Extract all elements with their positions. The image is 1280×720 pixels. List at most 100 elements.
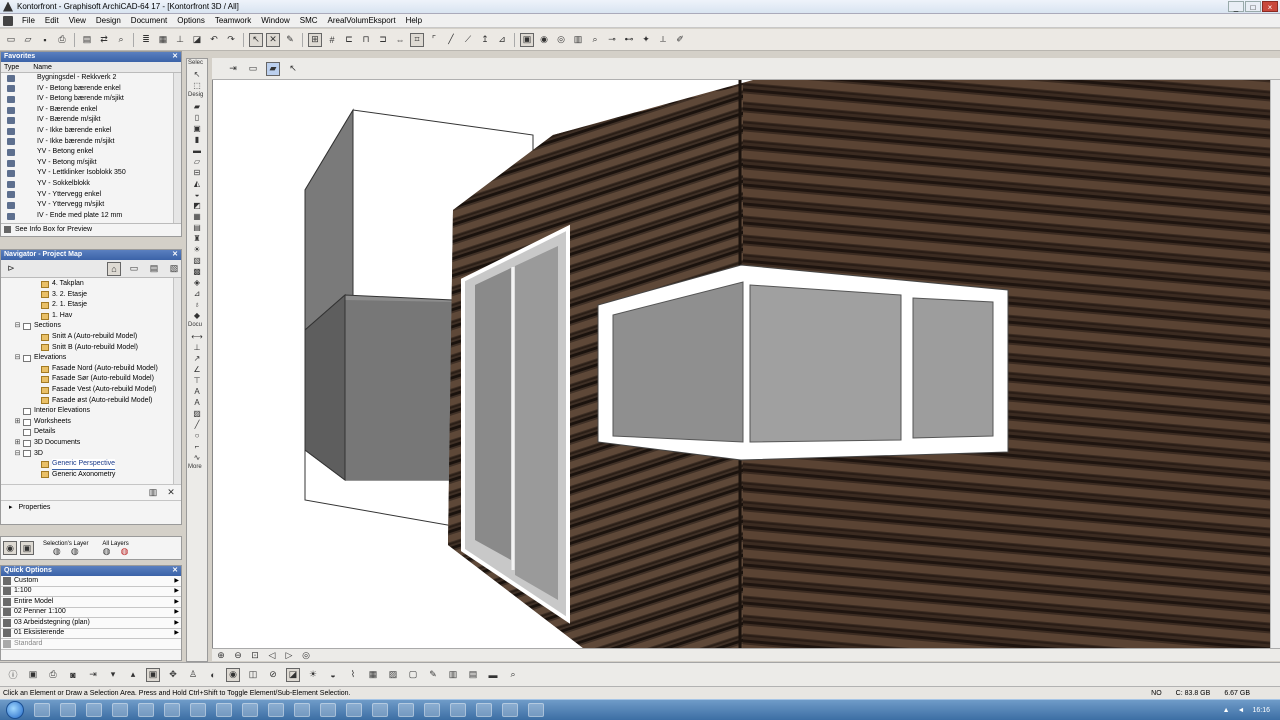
tree-item[interactable]: 1. Hav <box>1 311 172 322</box>
menu-smc[interactable]: SMC <box>295 14 323 28</box>
layers-icon[interactable]: ≣ <box>139 33 153 47</box>
orbit-icon[interactable]: ◎ <box>299 648 313 662</box>
railing-tool-icon[interactable]: ▤ <box>190 222 204 232</box>
menu-arealvolumeksport[interactable]: ArealVolumEksport <box>323 14 401 28</box>
arrow-tool-icon[interactable]: ↖ <box>190 69 204 79</box>
list-item[interactable]: IV - Bærende m/sjikt <box>1 115 172 126</box>
label-tool-icon[interactable]: A <box>190 397 204 407</box>
menu-view[interactable]: View <box>64 14 91 28</box>
expander-icon[interactable]: ⊟ <box>14 449 21 460</box>
lock-layer-icon[interactable]: ◍ <box>68 546 82 556</box>
guideline-icon[interactable]: ⌗ <box>410 32 424 47</box>
document-icon[interactable] <box>3 15 13 26</box>
curtain-wall-tool-icon[interactable]: ▦ <box>190 211 204 221</box>
list-item[interactable]: IV - Ikke bærende enkel <box>1 126 172 137</box>
tree-scrollbar[interactable] <box>173 278 181 484</box>
taskbar-app-button[interactable] <box>34 703 50 717</box>
lock-all-icon[interactable]: ◍ <box>118 546 132 556</box>
zone-tool-icon[interactable]: ▧ <box>190 255 204 265</box>
taskbar-app-button[interactable] <box>320 703 336 717</box>
gradient-icon[interactable]: ▨ <box>386 668 400 682</box>
skylight-tool-icon[interactable]: ◩ <box>190 200 204 210</box>
rectangle-selection-icon[interactable]: ▭ <box>246 62 260 76</box>
eye-icon[interactable]: ◉ <box>3 541 17 555</box>
column-name[interactable]: Name <box>30 62 55 72</box>
list-item[interactable]: IV - Betong bærende m/sjikt <box>1 94 172 105</box>
mesh-tool-icon[interactable]: ▩ <box>190 266 204 276</box>
close-icon[interactable]: ✕ <box>172 52 178 62</box>
tree-item[interactable]: ⊞ Worksheets <box>1 417 172 428</box>
close-icon[interactable]: ✕ <box>172 566 178 576</box>
quick-option-row[interactable]: 03 Arbeidstegning (plan) ▶ <box>1 618 181 629</box>
column-tool-icon[interactable]: ▮ <box>190 134 204 144</box>
walk-icon[interactable]: ♙ <box>186 668 200 682</box>
tree-item[interactable]: ⊟ 3D <box>1 449 172 460</box>
taskbar-app-button[interactable] <box>60 703 76 717</box>
navigator-mode-icon[interactable]: ⊳ <box>4 262 18 276</box>
cursor-snap-icon[interactable]: ✕ <box>266 32 280 47</box>
tree-item[interactable]: 3. 2. Etasje <box>1 290 172 301</box>
quick-option-row[interactable]: 02 Penner 1:100 ▶ <box>1 607 181 618</box>
show-layer-icon[interactable]: ◍ <box>50 546 64 556</box>
previous-zoom-icon[interactable]: ◁ <box>265 648 279 662</box>
taskbar-app-button[interactable] <box>164 703 180 717</box>
fill-tool-icon[interactable]: ▨ <box>190 408 204 418</box>
menu-design[interactable]: Design <box>91 14 126 28</box>
menu-edit[interactable]: Edit <box>40 14 64 28</box>
stamp-icon[interactable]: ⊥ <box>173 33 187 47</box>
list-item[interactable]: YV - Yttervegg enkel <box>1 190 172 201</box>
line-tool-icon[interactable]: ╱ <box>444 33 458 47</box>
tree-item[interactable]: Fasade Vest (Auto-rebuild Model) <box>1 385 172 396</box>
spline-tool-icon[interactable]: ∿ <box>190 452 204 462</box>
trace-icon[interactable]: ⌜ <box>427 33 441 47</box>
pencil-icon[interactable]: ✎ <box>283 33 297 47</box>
taskbar-app-button[interactable] <box>294 703 310 717</box>
close-icon[interactable]: ✕ <box>172 250 178 260</box>
figure-tool-icon[interactable]: ◆ <box>190 310 204 320</box>
magic-wand-icon[interactable]: ✦ <box>639 33 653 47</box>
settings-icon[interactable]: ▥ <box>146 486 160 500</box>
pointer-mode-icon[interactable]: ↖ <box>286 62 300 76</box>
3d-viewport[interactable] <box>212 80 1270 648</box>
tree-item[interactable]: Details <box>1 427 172 438</box>
tree-item[interactable]: Snitt A (Auto-rebuild Model) <box>1 332 172 343</box>
camera-icon[interactable]: ◙ <box>66 668 80 682</box>
quick-option-row[interactable]: 1:100 ▶ <box>1 586 181 597</box>
network-icon[interactable]: ▲ <box>1223 707 1230 714</box>
zoom-out-icon[interactable]: ⊖ <box>231 648 245 662</box>
arrow-selection-icon[interactable]: ⇥ <box>226 62 240 76</box>
intersect-icon[interactable]: ⊿ <box>495 33 509 47</box>
rotated-selection-icon[interactable]: ▰ <box>266 61 280 76</box>
stair-maker-icon[interactable]: ⊿ <box>190 288 204 298</box>
offset-icon[interactable]: ⊐ <box>376 33 390 47</box>
list-item[interactable]: Bygningsdel - Rekkverk 2 <box>1 73 172 84</box>
redo-icon[interactable]: ↷ <box>224 33 238 47</box>
grid-icon[interactable]: # <box>325 33 339 47</box>
tree-item[interactable]: Generic Perspective <box>1 458 172 471</box>
navigator-icon[interactable]: ◉ <box>537 33 551 47</box>
taskbar-app-button[interactable] <box>450 703 466 717</box>
tree-item[interactable]: Fasade øst (Auto-rebuild Model) <box>1 396 172 407</box>
tree-item[interactable]: ⊟ Sections <box>1 321 172 332</box>
ruler-icon[interactable]: ▬ <box>486 668 500 682</box>
save-icon[interactable]: ▪ <box>38 33 52 47</box>
taskbar-app-button[interactable] <box>190 703 206 717</box>
new-file-icon[interactable]: ▭ <box>4 33 18 47</box>
shell-tool-icon[interactable]: ◒ <box>190 189 204 199</box>
menu-teamwork[interactable]: Teamwork <box>210 14 256 28</box>
expander-icon[interactable]: ⊞ <box>14 417 21 428</box>
project-map-icon[interactable]: ⌂ <box>107 261 121 276</box>
teamwork-icon[interactable]: ▤ <box>80 33 94 47</box>
next-zoom-icon[interactable]: ▷ <box>282 648 296 662</box>
properties-row[interactable]: ▸ Properties <box>1 500 181 514</box>
slab-tool-icon[interactable]: ▱ <box>190 156 204 166</box>
list-item[interactable]: YV - Yttervegg m/sjikt <box>1 200 172 211</box>
grid-snap-icon[interactable]: ⊞ <box>308 32 322 47</box>
menu-options[interactable]: Options <box>172 14 210 28</box>
beam-tool-icon[interactable]: ▬ <box>190 145 204 155</box>
sun-icon[interactable]: ☀ <box>306 668 320 682</box>
menu-file[interactable]: File <box>17 14 40 28</box>
text-tool-icon[interactable]: A <box>190 386 204 396</box>
taskbar-app-button[interactable] <box>242 703 258 717</box>
photo-icon[interactable]: ▢ <box>406 668 420 682</box>
